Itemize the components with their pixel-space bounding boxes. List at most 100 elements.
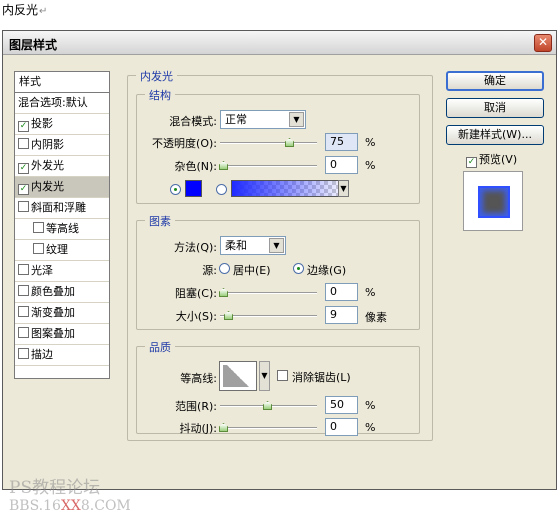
choke-slider[interactable]	[219, 288, 317, 298]
contour-label: 等高线:	[180, 372, 217, 385]
choke-slider-thumb[interactable]	[219, 288, 228, 297]
document-header: 内反光↵	[2, 1, 47, 18]
chevron-down-icon[interactable]: ▼	[259, 361, 270, 391]
preview-toggle[interactable]: ✓ 预览(V)	[466, 151, 517, 168]
style-item[interactable]: 光泽	[15, 261, 109, 282]
opacity-input[interactable]: 75	[325, 133, 358, 151]
style-item-label: 光泽	[31, 264, 53, 277]
size-slider-thumb[interactable]	[224, 311, 233, 320]
style-item[interactable]: ✓ 内发光	[15, 177, 109, 198]
paragraph-mark-icon: ↵	[39, 6, 48, 17]
style-item[interactable]: 描边	[15, 345, 109, 366]
choke-slider-track	[220, 292, 317, 294]
size-slider-track	[220, 315, 317, 317]
new-style-button[interactable]: 新建样式(W)...	[446, 125, 544, 145]
noise-input[interactable]: 0	[325, 156, 358, 174]
watermark-line-2-red: XX	[60, 498, 81, 514]
antialias-label[interactable]: 消除锯齿(L)	[292, 369, 351, 385]
blend-mode-select[interactable]: 正常 ▼	[220, 110, 306, 129]
quality-legend: 品质	[145, 339, 175, 355]
style-item-checkbox[interactable]	[18, 201, 29, 212]
size-unit: 像素	[365, 311, 387, 324]
range-label: 范围(R):	[175, 400, 217, 413]
style-item-checkbox[interactable]	[18, 348, 29, 359]
choke-input[interactable]: 0	[325, 283, 358, 301]
size-slider[interactable]	[220, 311, 317, 321]
watermark-line-1: PS教程论坛	[9, 478, 101, 498]
layer-style-dialog: 图层样式 ✕ 样式 混合选项:默认 ✓ 投影 内阴影 ✓ 外发光 ✓ 内发光 斜面和浮雕 等高线…	[2, 30, 557, 514]
glow-color-swatch[interactable]	[185, 180, 202, 197]
style-preview	[463, 171, 523, 231]
contour-picker[interactable]: ▼	[219, 361, 271, 391]
jitter-input[interactable]: 0	[325, 418, 358, 436]
style-item[interactable]: 渐变叠加	[15, 303, 109, 324]
style-item-label: 内阴影	[31, 138, 64, 151]
source-edge-label[interactable]: 边缘(G)	[307, 262, 346, 278]
blend-options-item[interactable]: 混合选项:默认	[15, 93, 109, 114]
style-item[interactable]: 斜面和浮雕	[15, 198, 109, 219]
elements-group: 图素 方法(Q): 柔和 ▼ 源: 居中(E) 边缘(G) 阻塞(C): 0 %…	[136, 213, 420, 330]
opacity-slider[interactable]	[220, 138, 317, 148]
jitter-slider[interactable]	[219, 423, 317, 433]
technique-label: 方法(Q):	[174, 241, 217, 254]
noise-slider-track	[220, 165, 317, 167]
solid-color-radio[interactable]	[170, 184, 181, 195]
style-item-label: 渐变叠加	[31, 306, 75, 319]
style-item-checkbox[interactable]	[33, 243, 44, 254]
technique-select[interactable]: 柔和 ▼	[220, 236, 286, 255]
style-item-label: 描边	[31, 348, 53, 361]
style-item[interactable]: 颜色叠加	[15, 282, 109, 303]
jitter-label: 抖动(J):	[179, 422, 217, 435]
range-slider[interactable]	[220, 401, 317, 411]
range-input[interactable]: 50	[325, 396, 358, 414]
style-item-checkbox[interactable]	[18, 306, 29, 317]
style-item-checkbox[interactable]	[18, 264, 29, 275]
gradient-radio[interactable]	[216, 184, 227, 195]
watermark: PS教程论坛 BBS.16XX8.COM	[9, 479, 131, 515]
size-input[interactable]: 9	[325, 306, 358, 324]
style-item[interactable]: 等高线	[15, 219, 109, 240]
jitter-slider-thumb[interactable]	[219, 423, 228, 432]
gradient-picker[interactable]: ▼	[231, 180, 349, 197]
quality-group: 品质 等高线: ▼ 消除锯齿(L) 范围(R): 50 % 抖动(J): 0 %	[136, 339, 420, 436]
styles-header[interactable]: 样式	[15, 72, 109, 93]
source-edge-radio[interactable]	[293, 263, 304, 274]
style-item-checkbox[interactable]	[33, 222, 44, 233]
opacity-slider-track	[220, 142, 317, 144]
source-center-radio[interactable]	[219, 263, 230, 274]
chevron-down-icon: ▼	[289, 112, 304, 127]
opacity-unit: %	[365, 136, 376, 149]
style-item[interactable]: 纹理	[15, 240, 109, 261]
opacity-slider-thumb[interactable]	[285, 138, 294, 147]
close-button[interactable]: ✕	[534, 34, 552, 52]
ok-button[interactable]: 确定	[446, 71, 544, 91]
style-item[interactable]: 内阴影	[15, 135, 109, 156]
source-label: 源:	[202, 264, 217, 277]
jitter-slider-track	[220, 427, 317, 429]
noise-slider-thumb[interactable]	[219, 161, 228, 170]
range-slider-thumb[interactable]	[263, 401, 272, 410]
style-item-checkbox[interactable]	[18, 138, 29, 149]
style-item-checkbox[interactable]	[18, 327, 29, 338]
watermark-line-2: BBS.16XX8.COM	[9, 497, 131, 515]
cancel-button[interactable]: 取消	[446, 98, 544, 118]
dialog-title: 图层样式	[9, 38, 58, 52]
style-item[interactable]: 图案叠加	[15, 324, 109, 345]
style-item-label: 斜面和浮雕	[31, 201, 86, 214]
style-item[interactable]: ✓ 外发光	[15, 156, 109, 177]
antialias-checkbox[interactable]	[277, 370, 288, 381]
structure-legend: 结构	[145, 87, 175, 103]
style-item-checkbox[interactable]	[18, 285, 29, 296]
technique-value: 柔和	[225, 239, 247, 252]
style-item-checkbox[interactable]: ✓	[18, 184, 29, 195]
style-item-checkbox[interactable]: ✓	[18, 163, 29, 174]
gradient-dropdown-icon[interactable]: ▼	[338, 180, 349, 197]
inner-glow-legend: 内发光	[136, 68, 177, 84]
source-center-label[interactable]: 居中(E)	[233, 262, 271, 278]
style-item[interactable]: ✓ 投影	[15, 114, 109, 135]
watermark-line-2-post: 8.COM	[80, 498, 131, 514]
preview-checkbox[interactable]: ✓	[466, 157, 477, 168]
style-item-checkbox[interactable]: ✓	[18, 121, 29, 132]
noise-slider[interactable]	[219, 161, 317, 171]
style-item-label: 等高线	[46, 222, 79, 235]
